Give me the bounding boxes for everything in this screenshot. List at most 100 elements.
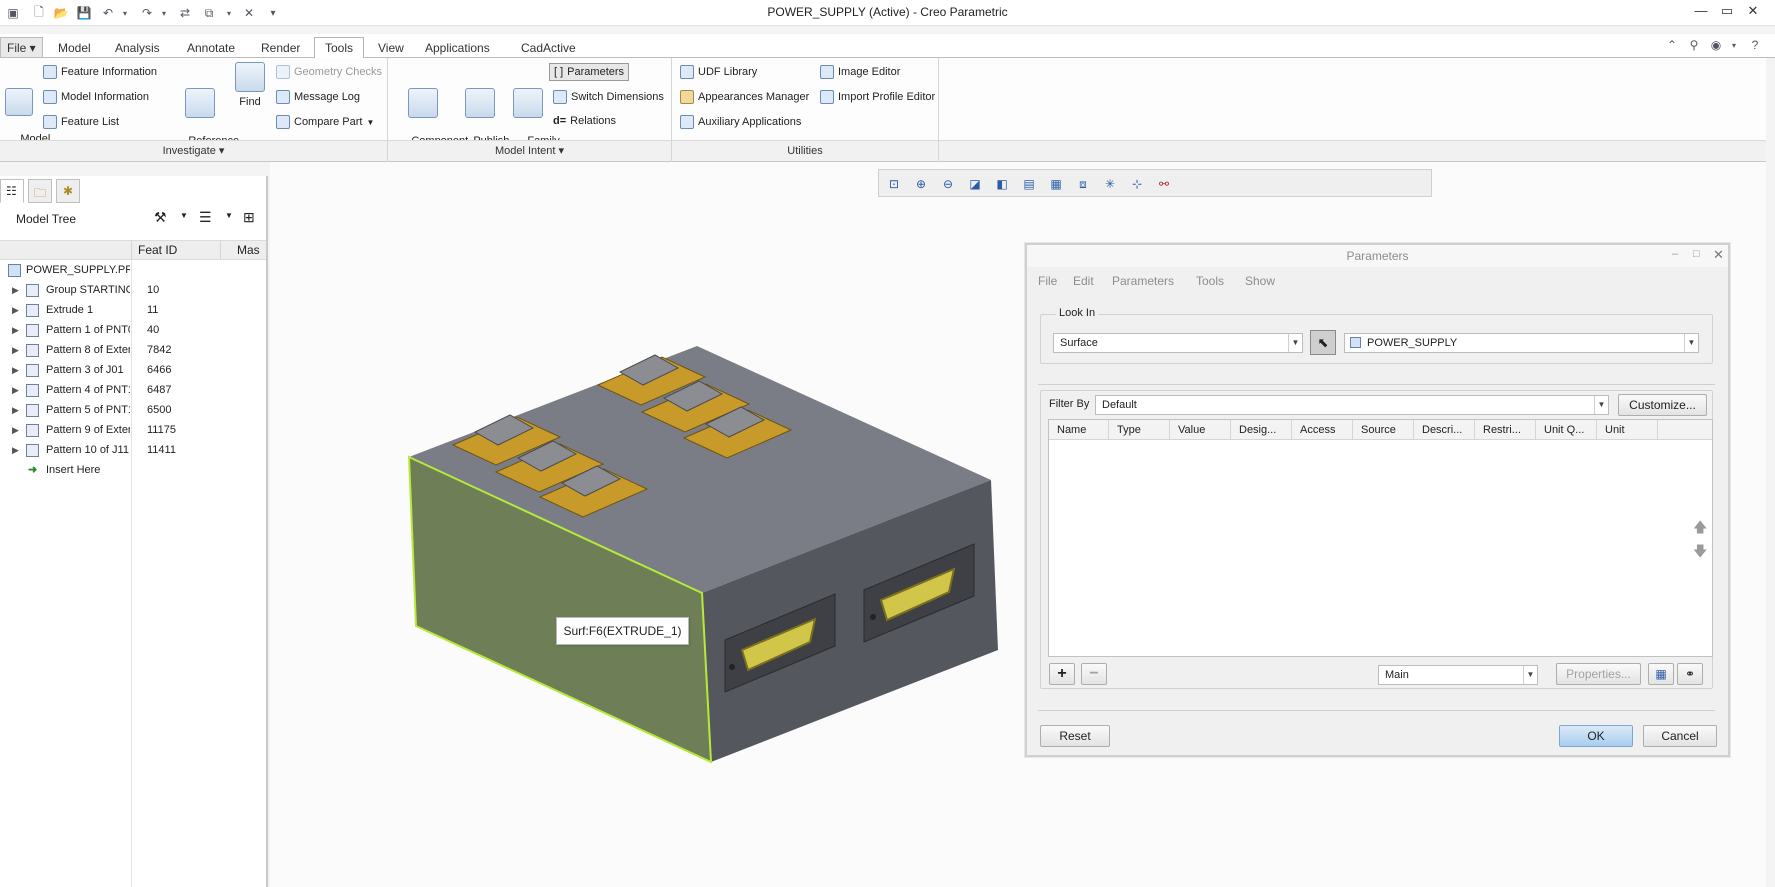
- windows-dropdown-icon[interactable]: ▾: [220, 4, 238, 22]
- tab-render[interactable]: Render: [250, 37, 311, 58]
- look-in-combo[interactable]: Surface ▼: [1053, 333, 1303, 353]
- feature-information-button[interactable]: Feature Information: [43, 65, 157, 79]
- expand-icon[interactable]: ▶: [12, 300, 19, 320]
- tree-row[interactable]: ▶ Pattern 5 of PNT1 6500: [0, 400, 266, 420]
- column-type[interactable]: Type: [1109, 420, 1170, 440]
- image-editor-button[interactable]: Image Editor: [820, 65, 900, 79]
- open-file-icon[interactable]: 📂: [52, 4, 70, 22]
- chevron-down-icon[interactable]: ▼: [180, 211, 188, 220]
- tree-row[interactable]: ▶ Pattern 10 of J11 11411: [0, 440, 266, 460]
- select-item-button[interactable]: ⬉: [1310, 330, 1336, 355]
- expand-icon[interactable]: ▶: [12, 380, 19, 400]
- tree-row[interactable]: ▶ Extrude 1 11: [0, 300, 266, 320]
- column-restricted[interactable]: Restri...: [1475, 420, 1536, 440]
- import-profile-editor-button[interactable]: Import Profile Editor: [820, 90, 935, 104]
- cancel-button[interactable]: Cancel: [1643, 725, 1717, 747]
- relations-button[interactable]: d= Relations: [553, 115, 616, 127]
- auxiliary-applications-button[interactable]: Auxiliary Applications: [680, 115, 801, 129]
- find-button[interactable]: Find: [232, 62, 268, 109]
- expand-icon[interactable]: ▶: [12, 400, 19, 420]
- column-unit[interactable]: Unit: [1597, 420, 1658, 440]
- expand-icon[interactable]: ▶: [12, 320, 19, 340]
- reset-button[interactable]: Reset: [1040, 725, 1110, 747]
- tab-file[interactable]: File ▾: [0, 37, 43, 58]
- tab-cadactive[interactable]: CadActive: [510, 37, 587, 58]
- main-combo[interactable]: Main ▼: [1378, 665, 1538, 685]
- chevron-down-icon[interactable]: ▼: [225, 211, 233, 220]
- save-icon[interactable]: 💾: [75, 4, 93, 22]
- insert-here-row[interactable]: ➜ Insert Here: [0, 460, 266, 480]
- regenerate-icon[interactable]: ⇄: [176, 4, 194, 22]
- column-unit-quantity[interactable]: Unit Q...: [1536, 420, 1597, 440]
- dialog-close-icon[interactable]: ✕: [1713, 247, 1724, 263]
- feature-list-button[interactable]: Feature List: [43, 115, 119, 129]
- expand-icon[interactable]: ▶: [12, 360, 19, 380]
- message-log-button[interactable]: Message Log: [276, 90, 360, 104]
- column-description[interactable]: Descri...: [1414, 420, 1475, 440]
- column-value[interactable]: Value: [1170, 420, 1231, 440]
- maximize-button[interactable]: ▭: [1716, 3, 1738, 21]
- app-menu-icon[interactable]: ▣: [4, 4, 22, 22]
- tab-annotate[interactable]: Annotate: [176, 37, 246, 58]
- parameters-table[interactable]: Name Type Value Desig... Access Source D…: [1048, 419, 1713, 657]
- model-information-button[interactable]: Model Information: [43, 90, 149, 104]
- tab-model-tree[interactable]: ☷: [0, 179, 24, 203]
- feat-id-column-header[interactable]: Feat ID: [131, 241, 219, 259]
- redo-icon[interactable]: ↷: [138, 4, 156, 22]
- group-model-intent[interactable]: Model Intent ▾: [388, 140, 671, 161]
- tab-folder-browser[interactable]: 🗀: [28, 179, 52, 203]
- tab-view[interactable]: View: [367, 37, 415, 58]
- tree-row[interactable]: ▶ Pattern 8 of Exter 7842: [0, 340, 266, 360]
- group-investigate[interactable]: Investigate ▾: [0, 140, 387, 161]
- expand-icon[interactable]: ▶: [12, 440, 19, 460]
- community-dropdown-icon[interactable]: ▾: [1725, 36, 1743, 54]
- tab-applications[interactable]: Applications: [414, 37, 501, 58]
- tree-row[interactable]: ▶ Group STARTING_ 10: [0, 280, 266, 300]
- close-button[interactable]: ✕: [1742, 3, 1764, 21]
- customize-toolbar-icon[interactable]: ▾: [264, 4, 282, 22]
- tab-model[interactable]: Model: [47, 37, 102, 58]
- help-icon[interactable]: ?: [1746, 36, 1764, 54]
- tree-settings-icon[interactable]: ⚒: [154, 209, 167, 226]
- appearances-manager-button[interactable]: Appearances Manager: [680, 90, 809, 104]
- compare-part-button[interactable]: Compare Part ▼: [276, 115, 374, 129]
- expand-icon[interactable]: ▶: [12, 420, 19, 440]
- dialog-minimize-icon[interactable]: –: [1672, 248, 1678, 260]
- tree-row[interactable]: ▶ Pattern 4 of PNT1 6487: [0, 380, 266, 400]
- column-name[interactable]: Name: [1049, 420, 1109, 440]
- object-combo[interactable]: POWER_SUPPLY ▼: [1344, 333, 1699, 353]
- remove-parameter-button[interactable]: −: [1081, 663, 1107, 685]
- menu-parameters[interactable]: Parameters: [1112, 274, 1174, 288]
- tab-favorites[interactable]: ✱: [56, 179, 80, 203]
- undo-icon[interactable]: ↶: [99, 4, 117, 22]
- properties-button[interactable]: Properties...: [1556, 663, 1641, 685]
- windows-icon[interactable]: ⧉: [200, 4, 218, 22]
- menu-show[interactable]: Show: [1245, 274, 1275, 288]
- minimize-button[interactable]: —: [1690, 3, 1712, 21]
- minimize-ribbon-icon[interactable]: ⌃: [1663, 36, 1681, 54]
- dialog-maximize-icon[interactable]: □: [1693, 248, 1700, 260]
- tab-analysis[interactable]: Analysis: [104, 37, 171, 58]
- expand-icon[interactable]: ▶: [12, 340, 19, 360]
- undo-dropdown-icon[interactable]: ▾: [116, 4, 134, 22]
- move-up-icon[interactable]: 🡅: [1693, 517, 1707, 541]
- move-down-icon[interactable]: 🡇: [1693, 541, 1707, 565]
- tree-filters-icon[interactable]: ☰: [199, 209, 212, 226]
- new-file-icon[interactable]: 🗋: [30, 4, 48, 22]
- udf-library-button[interactable]: UDF Library: [680, 65, 757, 79]
- column-source[interactable]: Source: [1353, 420, 1414, 440]
- redo-dropdown-icon[interactable]: ▾: [155, 4, 173, 22]
- tab-tools[interactable]: Tools: [314, 37, 365, 59]
- column-display-icon[interactable]: ⊞: [243, 209, 255, 226]
- table-view-button[interactable]: ▦: [1648, 663, 1674, 685]
- menu-tools[interactable]: Tools: [1196, 274, 1224, 288]
- expand-icon[interactable]: ▶: [12, 280, 19, 300]
- tree-row[interactable]: ▶ Pattern 1 of PNT0 40: [0, 320, 266, 340]
- search-icon[interactable]: ⚲: [1685, 36, 1703, 54]
- column-designate[interactable]: Desig...: [1231, 420, 1292, 440]
- customize-button[interactable]: Customize...: [1618, 394, 1707, 416]
- menu-edit[interactable]: Edit: [1073, 274, 1094, 288]
- community-icon[interactable]: ◉: [1707, 36, 1725, 54]
- filter-by-combo[interactable]: Default ▼: [1095, 395, 1609, 415]
- geometry-checks-button[interactable]: Geometry Checks: [276, 65, 382, 79]
